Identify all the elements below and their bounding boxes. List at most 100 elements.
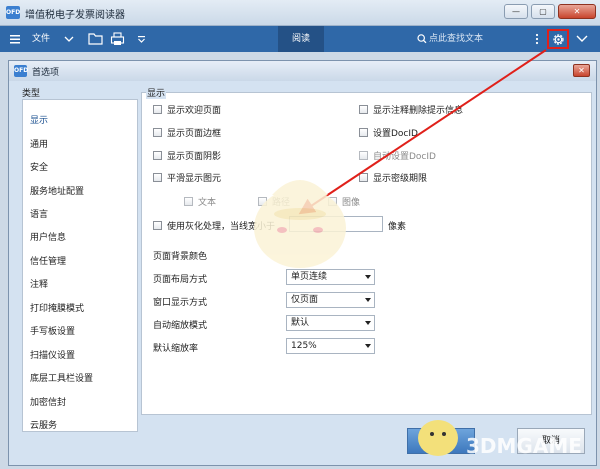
category-item-general[interactable]: 通用 — [30, 137, 48, 150]
preferences-dialog: OFD 首选项 ✕ 类型 显示 通用 安全 服务地址配置 语言 用户信息 信任管… — [8, 60, 597, 466]
checkbox-label: 文本 — [198, 198, 217, 208]
gray-unit-label: 像素 — [388, 222, 407, 232]
dialog-title: 首选项 — [32, 68, 60, 78]
zoom-mode-label: 自动缩放模式 — [153, 321, 208, 331]
checkbox-box[interactable] — [359, 151, 368, 160]
line-width-input[interactable] — [289, 216, 383, 232]
minimize-button[interactable]: — — [504, 4, 528, 19]
smooth-image-checkbox[interactable]: 图像 — [328, 195, 360, 208]
delete-prompt-checkbox[interactable]: 显示注释删除提示信息 — [359, 103, 463, 116]
select-value: 仅页面 — [291, 295, 319, 305]
checkbox-label: 显示页面边框 — [167, 129, 222, 139]
app-logo: OFD — [6, 6, 20, 19]
category-item-display[interactable]: 显示 — [30, 113, 48, 126]
smooth-path-checkbox[interactable]: 路径 — [258, 195, 290, 208]
category-item-language[interactable]: 语言 — [30, 207, 48, 220]
chevron-down-icon — [365, 275, 371, 279]
select-value: 默认 — [291, 318, 310, 328]
dialog-titlebar: OFD 首选项 ✕ — [9, 61, 596, 81]
category-item-envelope[interactable]: 加密信封 — [30, 395, 66, 408]
chevron-down-icon — [365, 344, 371, 348]
layout-select[interactable]: 单页连续 — [286, 269, 375, 285]
checkbox-label: 显示密级期限 — [373, 174, 428, 184]
checkbox-box[interactable] — [359, 128, 368, 137]
close-button[interactable]: ✕ — [558, 4, 596, 19]
checkbox-label: 路径 — [272, 198, 291, 208]
auto-docid-checkbox[interactable]: 自动设置DocID — [359, 149, 436, 162]
settings-panel — [141, 92, 592, 415]
checkbox-box[interactable] — [328, 197, 337, 206]
dialog-logo: OFD — [14, 65, 28, 77]
printer-icon[interactable] — [110, 26, 125, 63]
smooth-text-checkbox[interactable]: 文本 — [184, 195, 216, 208]
more-icon[interactable] — [535, 26, 539, 63]
gray-processing-checkbox[interactable]: 使用灰化处理，当线宽小于 — [153, 219, 275, 232]
category-item-trust[interactable]: 信任管理 — [30, 254, 66, 267]
ok-button[interactable]: 确定 — [407, 428, 475, 454]
chevron-down-icon[interactable] — [64, 26, 74, 63]
menu-icon[interactable] — [10, 26, 20, 63]
show-shadow-checkbox[interactable]: 显示页面阴影 — [153, 149, 221, 162]
watermark: 3DMGAME — [466, 434, 582, 458]
chevron-down-icon[interactable] — [576, 26, 588, 63]
app-titlebar: OFD 增值税电子发票阅读器 — ▢ ✕ — [0, 0, 600, 26]
checkbox-box[interactable] — [153, 221, 162, 230]
maximize-button[interactable]: ▢ — [531, 4, 555, 19]
show-welcome-checkbox[interactable]: 显示欢迎页面 — [153, 103, 221, 116]
checkbox-box[interactable] — [153, 105, 162, 114]
show-secret-period-checkbox[interactable]: 显示密级期限 — [359, 171, 427, 184]
zoom-rate-label: 默认缩放率 — [153, 344, 199, 354]
window-mode-label: 窗口显示方式 — [153, 298, 208, 308]
checkbox-label: 图像 — [342, 198, 361, 208]
search-input[interactable]: 点此查找文本 — [429, 26, 483, 52]
checkbox-box[interactable] — [153, 128, 162, 137]
layout-label: 页面布局方式 — [153, 275, 208, 285]
category-list: 显示 通用 安全 服务地址配置 语言 用户信息 信任管理 注释 打印掩膜模式 手… — [22, 99, 138, 432]
checkbox-box[interactable] — [184, 197, 193, 206]
dialog-close-button[interactable]: ✕ — [573, 64, 590, 77]
category-item-annotation[interactable]: 注释 — [30, 277, 48, 290]
category-item-scanner[interactable]: 扫描仪设置 — [30, 348, 75, 361]
category-item-bottom-toolbar[interactable]: 底层工具栏设置 — [30, 371, 93, 384]
checkbox-label: 使用灰化处理，当线宽小于 — [167, 222, 276, 232]
set-docid-checkbox[interactable]: 设置DocID — [359, 126, 418, 139]
checkbox-label: 自动设置DocID — [373, 152, 436, 162]
smooth-display-checkbox[interactable]: 平滑显示图元 — [153, 171, 221, 184]
category-item-print-mask[interactable]: 打印掩膜模式 — [30, 301, 84, 314]
chevron-down-icon — [365, 298, 371, 302]
tab-read[interactable]: 阅读 — [278, 26, 324, 52]
category-item-user-info[interactable]: 用户信息 — [30, 230, 66, 243]
checkbox-box[interactable] — [258, 197, 267, 206]
zoom-mode-select[interactable]: 默认 — [286, 315, 375, 331]
folder-icon[interactable] — [88, 26, 103, 63]
select-value: 125% — [291, 341, 317, 351]
page-bg-label: 页面背景颜色 — [153, 252, 208, 262]
checkbox-label: 显示页面阴影 — [167, 152, 222, 162]
checkbox-label: 显示欢迎页面 — [167, 106, 222, 116]
checkbox-label: 显示注释删除提示信息 — [373, 106, 464, 116]
select-value: 单页连续 — [291, 272, 328, 282]
checkbox-box[interactable] — [359, 105, 368, 114]
category-item-tablet[interactable]: 手写板设置 — [30, 324, 75, 337]
dropdown-icon[interactable] — [137, 26, 146, 63]
checkbox-box[interactable] — [153, 173, 162, 182]
checkbox-box[interactable] — [359, 173, 368, 182]
checkbox-box[interactable] — [153, 151, 162, 160]
checkbox-label: 平滑显示图元 — [167, 174, 222, 184]
chevron-down-icon — [365, 321, 371, 325]
app-title: 增值税电子发票阅读器 — [25, 10, 125, 21]
zoom-rate-select[interactable]: 125% — [286, 338, 375, 354]
search-icon[interactable] — [417, 26, 427, 63]
category-item-server[interactable]: 服务地址配置 — [30, 184, 84, 197]
settings-button[interactable] — [547, 29, 569, 49]
window-mode-select[interactable]: 仅页面 — [286, 292, 375, 308]
show-border-checkbox[interactable]: 显示页面边框 — [153, 126, 221, 139]
category-item-cloud[interactable]: 云服务 — [30, 418, 57, 431]
file-menu[interactable]: 文件 — [32, 26, 50, 52]
checkbox-label: 设置DocID — [373, 129, 418, 139]
categories-heading: 类型 — [22, 89, 41, 99]
window-controls: — ▢ ✕ — [504, 4, 596, 19]
category-item-security[interactable]: 安全 — [30, 160, 48, 173]
group-label: 显示 — [146, 86, 167, 99]
toolbar: 文件 阅读 点此查找文本 — [0, 26, 600, 52]
